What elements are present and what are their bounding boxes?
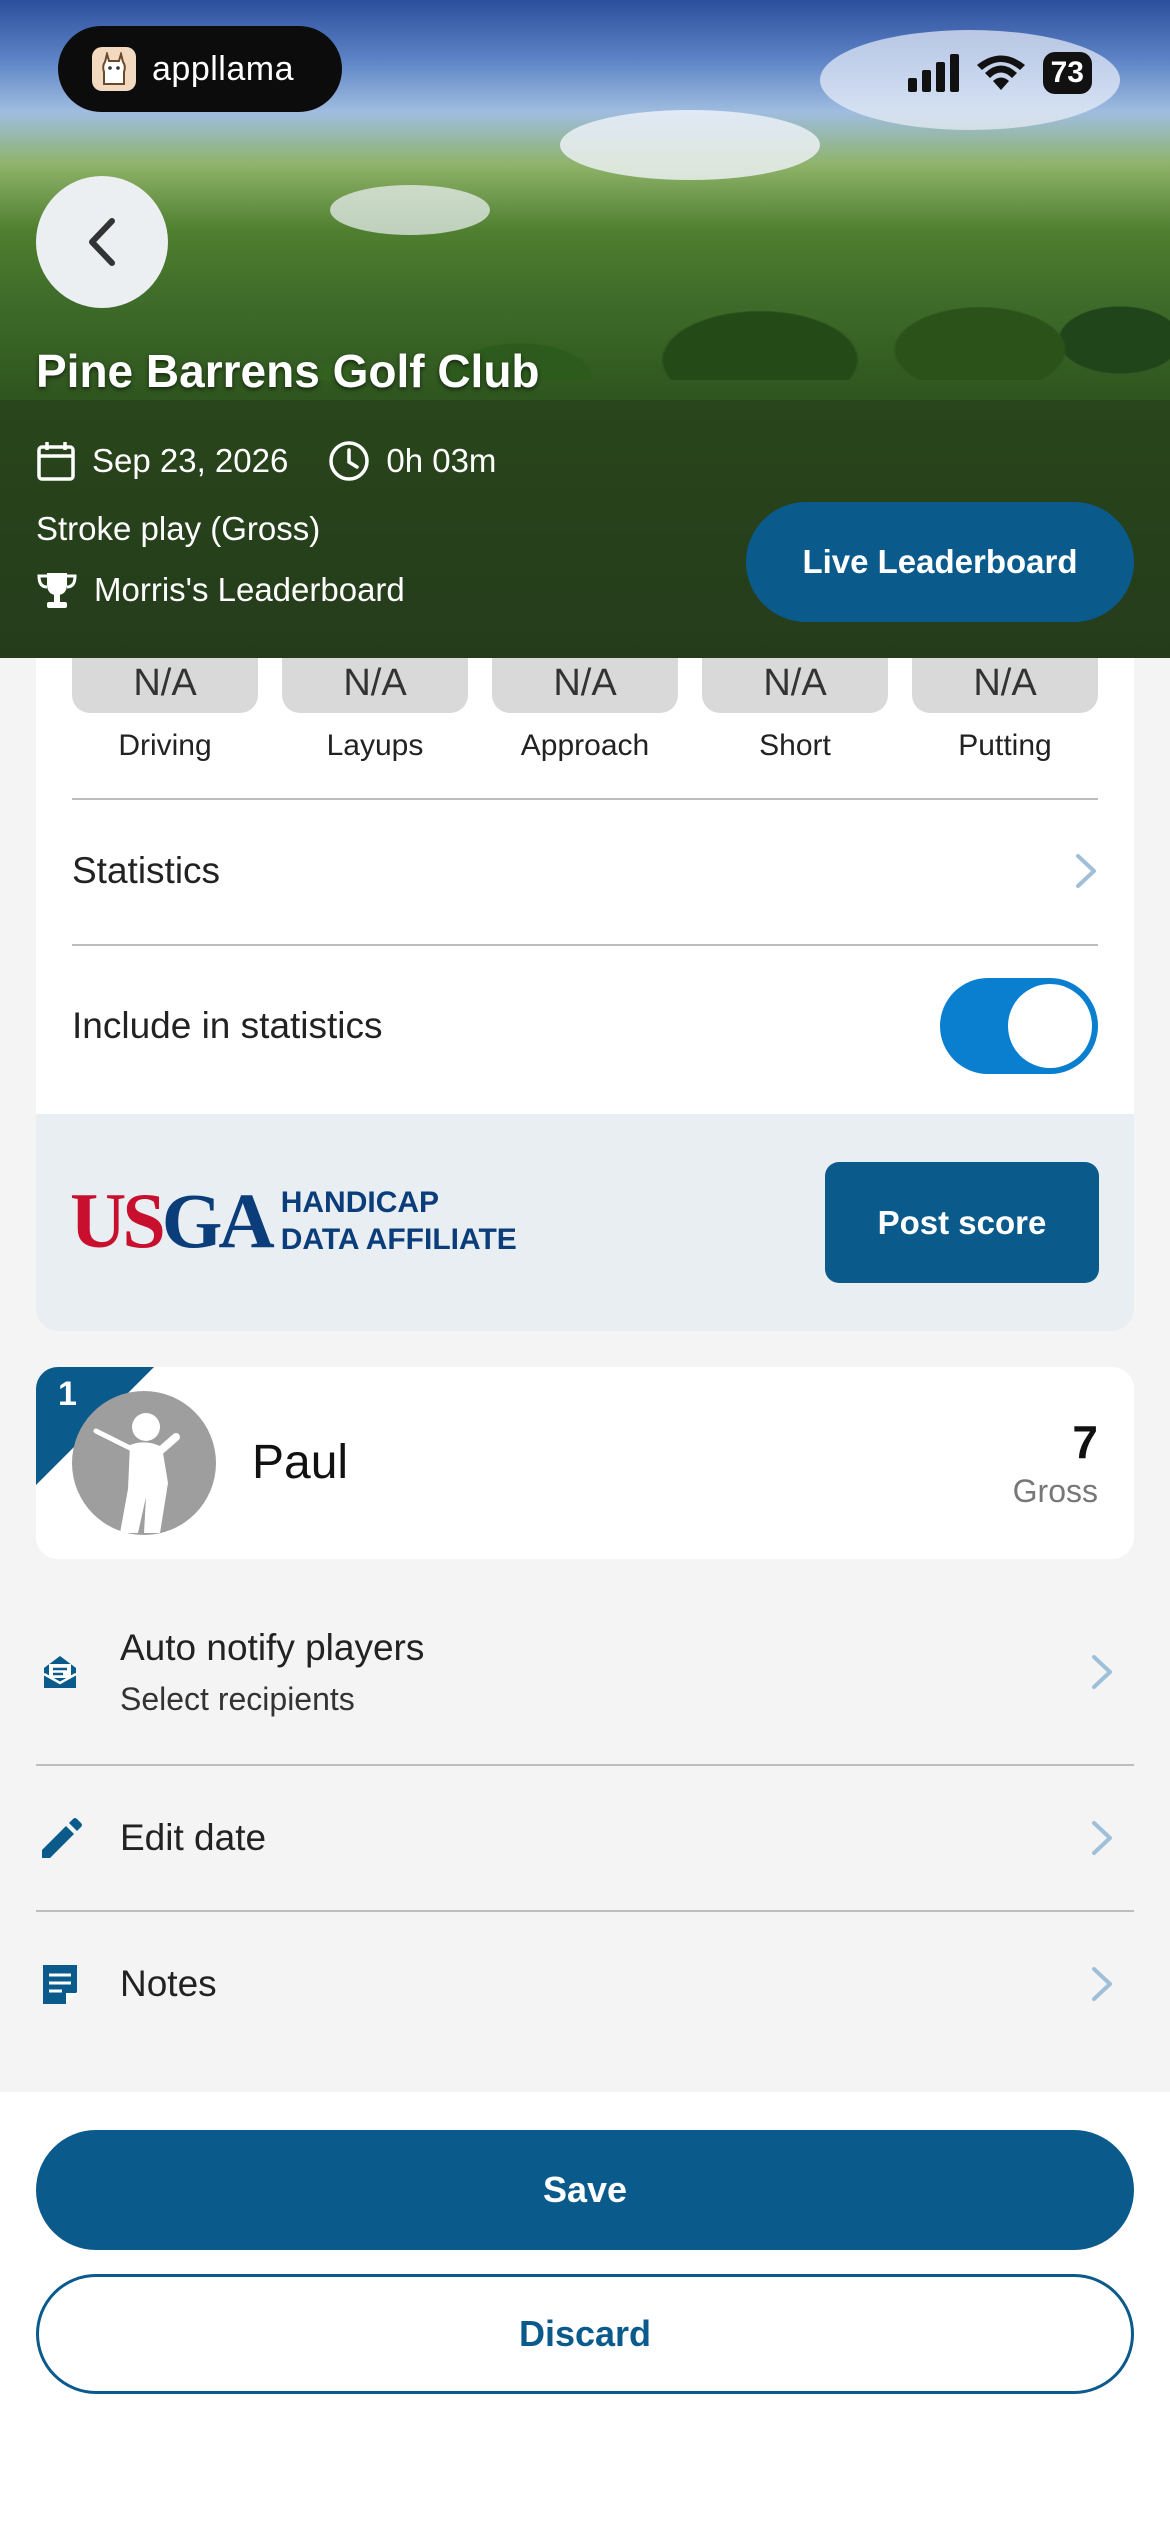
leaderboard-label: Morris's Leaderboard — [36, 570, 405, 610]
post-score-button[interactable]: Post score — [825, 1162, 1099, 1283]
golfer-silhouette-icon — [93, 1413, 180, 1533]
live-leaderboard-button[interactable]: Live Leaderboard — [746, 502, 1134, 622]
sg-label: Putting — [958, 729, 1052, 762]
battery-indicator: 73 — [1042, 52, 1092, 94]
usga-mark: USGA — [70, 1177, 275, 1264]
duration-text: 0h 03m — [386, 442, 497, 479]
player-row[interactable]: 1 Paul 7 Gross — [36, 1367, 1134, 1559]
sg-label: Layups — [326, 729, 424, 762]
notes-item[interactable]: Notes — [36, 1936, 1134, 2032]
pencil-icon — [36, 1816, 84, 1860]
sg-putting[interactable]: N/A Putting — [912, 658, 1098, 763]
brand-pill: appllama — [58, 26, 342, 112]
sg-approach[interactable]: N/A Approach — [492, 658, 678, 763]
menu-title: Auto notify players — [120, 1626, 425, 1668]
sg-driving[interactable]: N/A Driving — [72, 658, 258, 763]
usga-subtitle: HANDICAP DATA AFFILIATE — [280, 1186, 517, 1256]
auto-notify-item[interactable]: Auto notify players Select recipients — [36, 1616, 1134, 1728]
toggle-knob — [1008, 984, 1092, 1068]
auto-notify-text: Auto notify players Select recipients — [120, 1627, 424, 1718]
leaderboard-name: Morris's Leaderboard — [94, 571, 405, 608]
sg-label: Short — [759, 729, 831, 762]
bottom-actions: Save Discard — [0, 2092, 1170, 2532]
statistics-label: Statistics — [72, 850, 221, 891]
include-statistics-toggle[interactable] — [940, 978, 1098, 1074]
chevron-right-icon — [1076, 854, 1096, 888]
brand-name: appllama — [152, 49, 294, 88]
menu-title: Notes — [120, 1963, 217, 2004]
round-format: Stroke play (Gross) — [36, 510, 321, 547]
sg-layups[interactable]: N/A Layups — [282, 658, 468, 763]
date-text: Sep 23, 2026 — [92, 442, 289, 479]
sg-label: Driving — [118, 729, 212, 762]
player-name: Paul — [252, 1436, 349, 1489]
avatar — [72, 1391, 216, 1535]
sg-value: N/A — [282, 658, 468, 713]
calendar-icon — [36, 440, 76, 482]
hero-header: appllama 73 Pine Barrens Golf Club Sep 2… — [0, 0, 1170, 658]
round-duration: 0h 03m — [328, 440, 496, 482]
edit-date-item[interactable]: Edit date — [36, 1790, 1134, 1886]
chevron-right-icon — [1090, 1965, 1114, 2003]
club-title: Pine Barrens Golf Club — [36, 345, 540, 397]
divider — [36, 1910, 1134, 1912]
usga-section: USGA HANDICAP DATA AFFILIATE Post score — [36, 1114, 1134, 1331]
sg-value: N/A — [702, 658, 888, 713]
sg-value: N/A — [72, 658, 258, 713]
score-type: Gross — [1012, 1473, 1098, 1509]
divider — [36, 1764, 1134, 1766]
discard-button[interactable]: Discard — [36, 2274, 1134, 2394]
sg-value: N/A — [492, 658, 678, 713]
sg-short[interactable]: N/A Short — [702, 658, 888, 763]
usga-logo: USGA HANDICAP DATA AFFILIATE — [70, 1182, 517, 1260]
save-button[interactable]: Save — [36, 2130, 1134, 2250]
include-statistics-label: Include in statistics — [72, 1005, 383, 1046]
include-statistics-row: Include in statistics — [72, 946, 1098, 1106]
wifi-icon — [976, 55, 1025, 90]
menu-title: Edit date — [120, 1817, 267, 1858]
sg-label: Approach — [520, 729, 650, 762]
player-rank: 1 — [58, 1375, 77, 1413]
notes-icon — [36, 1962, 84, 2006]
chevron-right-icon — [1090, 1819, 1114, 1857]
score-value: 7 — [1072, 1416, 1098, 1468]
trophy-icon — [36, 570, 78, 610]
llama-logo-icon — [92, 47, 136, 91]
notify-icon — [36, 1650, 84, 1694]
back-button[interactable] — [36, 176, 168, 308]
statistics-row[interactable]: Statistics — [72, 798, 1098, 944]
sg-value: N/A — [912, 658, 1098, 713]
round-date: Sep 23, 2026 — [36, 440, 288, 482]
signal-icon — [907, 54, 959, 92]
round-meta: Sep 23, 2026 0h 03m — [36, 440, 536, 482]
clock-icon — [328, 440, 370, 482]
chevron-right-icon — [1090, 1653, 1114, 1691]
player-score: 7 Gross — [1013, 1415, 1098, 1510]
menu-subtitle: Select recipients — [120, 1680, 355, 1717]
strokes-gained-row: N/A Driving N/A Layups N/A Approach N/A … — [72, 658, 1098, 763]
status-bar: 73 — [907, 52, 1092, 94]
chevron-left-icon — [89, 218, 115, 266]
round-stats-card: N/A Driving N/A Layups N/A Approach N/A … — [36, 658, 1134, 1331]
